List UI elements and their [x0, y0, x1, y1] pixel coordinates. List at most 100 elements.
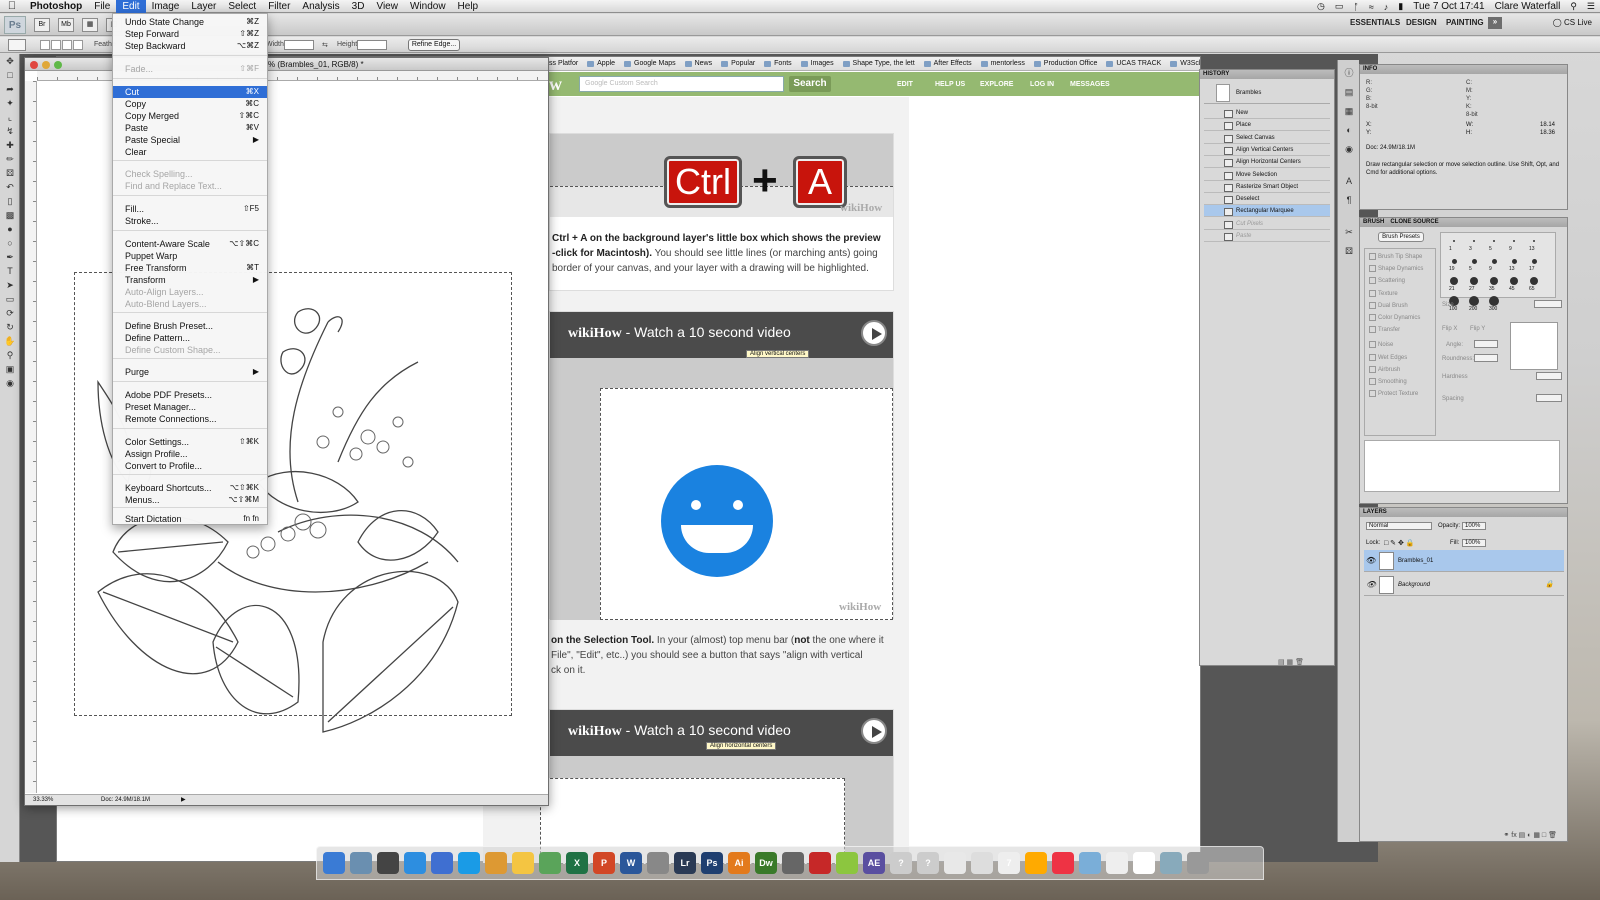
intersect-selection-icon[interactable] [73, 40, 83, 50]
menu-item[interactable]: Content-Aware Scale ⌥⇧⌘C [113, 238, 267, 250]
bridge-button[interactable]: Br [34, 17, 50, 32]
menu-item[interactable]: Convert to Profile... [113, 460, 267, 472]
brush-tip[interactable]: 13 [1505, 255, 1523, 273]
battery-icon[interactable]: ▮ [1393, 1, 1408, 12]
new-selection-icon[interactable] [40, 40, 50, 50]
menu-item[interactable]: Paste ⌘V [113, 122, 267, 134]
bookmark-w3schools[interactable]: W3Schools Online W [1168, 57, 1200, 67]
history-snapshot[interactable]: Brambles [1204, 84, 1330, 104]
menu-item[interactable]: Start Dictation fn fn [113, 513, 267, 525]
dock-app-icon[interactable] [485, 852, 507, 874]
hardness-field[interactable] [1536, 372, 1562, 380]
history-footer-icons[interactable]: ▤ ▦ 🗑 [1278, 658, 1304, 666]
status-arrow-icon[interactable]: ▶ [181, 795, 186, 806]
brush-option[interactable]: Dual Brush [1369, 302, 1408, 309]
menu-help[interactable]: Help [452, 0, 485, 13]
info-panel-icon[interactable]: ⓘ [1342, 67, 1356, 79]
menu-item[interactable]: Remote Connections... [113, 413, 267, 425]
swap-icon[interactable]: ⇆ [322, 41, 328, 49]
fill-field[interactable]: 100% [1462, 539, 1486, 547]
bluetooth-icon[interactable]: ᚩ [1348, 2, 1363, 12]
workspace-painting[interactable]: PAINTING [1446, 18, 1484, 27]
menu-item[interactable]: Copy ⌘C [113, 98, 267, 110]
info-tab[interactable]: INFO [1360, 65, 1567, 74]
menu-edit[interactable]: Edit [116, 0, 146, 13]
roundness-field[interactable] [1474, 354, 1498, 362]
search-input[interactable]: Google Custom Search [579, 76, 784, 92]
wifi-icon[interactable]: ≈ [1364, 2, 1379, 12]
brush-option[interactable]: Wet Edges [1369, 354, 1407, 361]
menu-app[interactable]: Photoshop [24, 0, 88, 13]
nav-log-in[interactable]: LOG IN [1030, 81, 1054, 88]
brush-option[interactable]: Protect Texture [1369, 390, 1418, 397]
marquee-tool-icon[interactable]: □ [2, 69, 18, 81]
user-name[interactable]: Clare Waterfall [1490, 1, 1566, 12]
bookmark-images[interactable]: Images [799, 57, 839, 67]
visibility-eye-icon[interactable]: 👁 [1366, 550, 1376, 572]
dock-app-icon[interactable] [1160, 852, 1182, 874]
play-icon[interactable] [861, 320, 887, 346]
brush-angle-preview[interactable] [1510, 322, 1558, 370]
search-button[interactable]: Search [789, 76, 831, 92]
brush-tip[interactable]: 21 [1445, 275, 1463, 293]
doc-size[interactable]: Doc: 24.9M/18.1M [101, 795, 150, 806]
menu-item[interactable]: Adobe PDF Presets... [113, 389, 267, 401]
layers-tab[interactable]: LAYERS [1360, 508, 1567, 517]
dock-app-icon[interactable]: AE [863, 852, 885, 874]
history-state[interactable]: Align Vertical Centers [1204, 144, 1330, 156]
clock[interactable]: Tue 7 Oct 17:41 [1408, 1, 1489, 12]
minibridge-button[interactable]: Mb [58, 17, 74, 32]
menu-image[interactable]: Image [146, 0, 186, 13]
menu-filter[interactable]: Filter [262, 0, 296, 13]
zoom-level[interactable]: 33.33% [33, 795, 53, 806]
quick-select-icon[interactable]: ✦ [2, 97, 18, 109]
bookmark-mentorless[interactable]: mentorless [979, 57, 1030, 67]
vertical-ruler[interactable] [25, 81, 37, 793]
visibility-eye-icon[interactable]: 👁 [1366, 574, 1376, 596]
brush-option[interactable]: Brush Tip Shape [1369, 253, 1422, 260]
width-field[interactable] [284, 40, 314, 50]
dock-app-icon[interactable] [944, 852, 966, 874]
layer-footer-icons[interactable]: ⚭ fx ▤ ◐ ▦ □ 🗑 [1503, 831, 1557, 839]
brush-option[interactable]: Texture [1369, 290, 1398, 297]
menu-item[interactable]: Stroke... [113, 215, 267, 227]
brush-tip[interactable]: 17 [1525, 255, 1543, 273]
clone-source-icon[interactable]: ⚄ [1342, 245, 1356, 257]
blend-mode-select[interactable]: Normal [1366, 522, 1432, 530]
dock-app-icon[interactable] [1079, 852, 1101, 874]
brush-tip[interactable]: 200 [1465, 295, 1483, 313]
history-state[interactable]: Align Horizontal Centers [1204, 156, 1330, 169]
timemachine-icon[interactable]: ◷ [1312, 1, 1330, 12]
dock-app-icon[interactable] [404, 852, 426, 874]
brush-tip[interactable]: 27 [1465, 275, 1483, 293]
bookmark-after-effects[interactable]: After Effects [922, 57, 977, 67]
character-panel-icon[interactable]: A [1342, 175, 1356, 187]
history-state[interactable]: Cut Pixels [1204, 218, 1330, 230]
brush-tip[interactable]: 13 [1525, 235, 1543, 253]
dock-app-icon[interactable] [1133, 852, 1155, 874]
3d-orbit-icon[interactable]: ↻ [2, 321, 18, 333]
color-swatches-icon[interactable]: ▣ [2, 363, 18, 375]
add-selection-icon[interactable] [51, 40, 61, 50]
dock-app-icon[interactable] [836, 852, 858, 874]
eraser-icon[interactable]: ▯ [2, 195, 18, 207]
minimize-icon[interactable] [42, 61, 50, 69]
history-state[interactable]: Deselect [1204, 193, 1330, 206]
brush-tip[interactable]: 9 [1505, 235, 1523, 253]
dock-app-icon[interactable]: Ai [728, 852, 750, 874]
dock-app-icon[interactable]: W [620, 852, 642, 874]
history-state[interactable]: New [1204, 107, 1330, 119]
hand-tool-icon[interactable]: ✋ [2, 335, 18, 347]
dock-app-icon[interactable]: P [593, 852, 615, 874]
history-state[interactable]: Move Selection [1204, 169, 1330, 181]
extras-button[interactable]: ▦ [82, 17, 98, 32]
type-tool-icon[interactable]: T [2, 265, 18, 277]
lasso-tool-icon[interactable]: ➦ [2, 83, 18, 95]
menu-item[interactable]: Define Brush Preset... [113, 320, 267, 332]
bookmark-google-maps[interactable]: Google Maps [622, 57, 681, 67]
dock-app-icon[interactable] [971, 852, 993, 874]
opacity-field[interactable]: 100% [1462, 522, 1486, 530]
healing-brush-icon[interactable]: ✚ [2, 139, 18, 151]
brush-tip[interactable]: 35 [1485, 275, 1503, 293]
nav-edit[interactable]: EDIT [897, 81, 913, 88]
